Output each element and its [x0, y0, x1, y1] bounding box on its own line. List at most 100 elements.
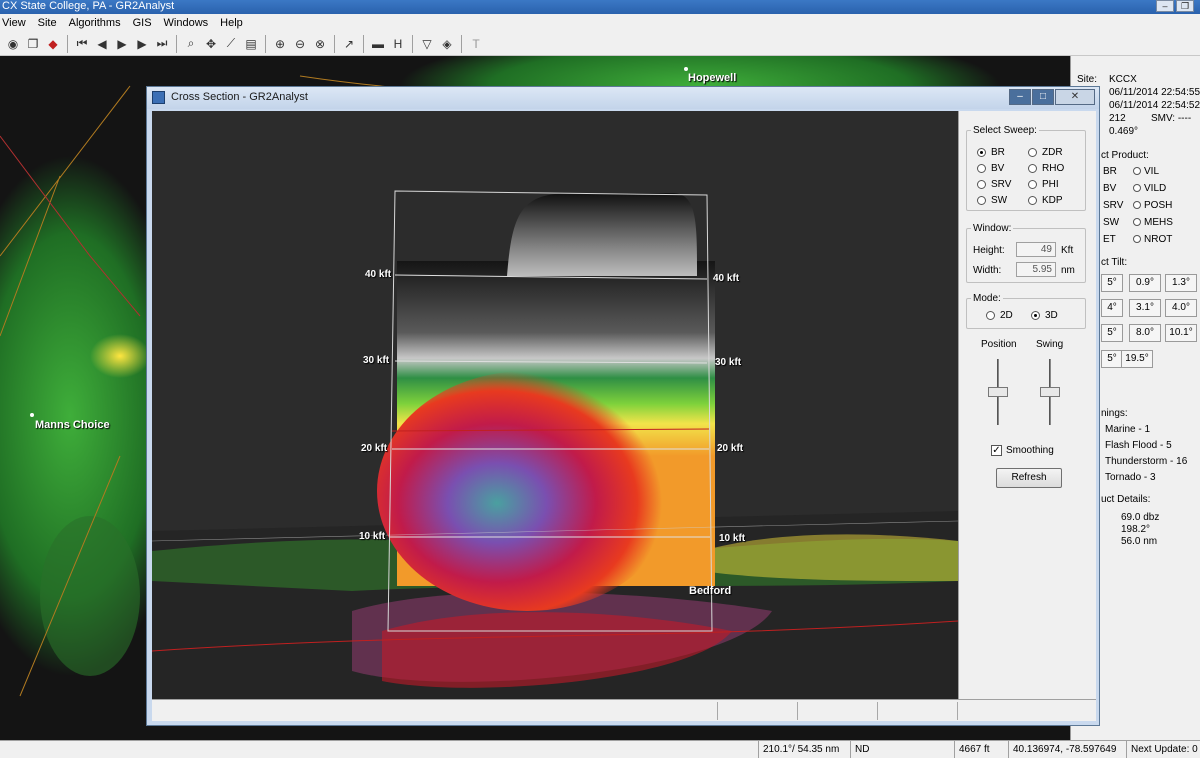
minimize-button[interactable]: –	[1156, 0, 1174, 12]
zoom-in-icon[interactable]: ⊕	[271, 35, 289, 53]
status-segment	[717, 702, 797, 720]
status-height: 4667 ft	[954, 741, 990, 758]
mode-2d[interactable]: 2D	[986, 310, 1013, 321]
toolbar-separator	[461, 34, 462, 53]
tilt-button[interactable]: 5°	[1101, 324, 1123, 342]
sweep-zdr[interactable]: ZDR	[1028, 147, 1063, 158]
product-bv[interactable]: BV	[1103, 183, 1116, 194]
smoothing-checkbox[interactable]: ✓	[991, 445, 1002, 456]
step-forward-icon[interactable]: ▶	[133, 35, 151, 53]
restore-button[interactable]: ❐	[1176, 0, 1194, 12]
product-vild[interactable]: VILD	[1133, 183, 1166, 194]
toolbar-separator	[412, 34, 413, 53]
measure-icon[interactable]: ↗	[340, 35, 358, 53]
product-et[interactable]: ET	[1103, 234, 1116, 245]
width-input[interactable]: 5.95	[1016, 262, 1056, 277]
product-srv[interactable]: SRV	[1103, 200, 1123, 211]
sweep-kdp[interactable]: KDP	[1028, 195, 1063, 206]
tilt-button[interactable]: 4.0°	[1165, 299, 1197, 317]
product-nrot[interactable]: NROT	[1133, 234, 1172, 245]
tilt-button[interactable]: 1.3°	[1165, 274, 1197, 292]
sweep-phi[interactable]: PHI	[1028, 179, 1059, 190]
cross-section-title-bar[interactable]: Cross Section - GR2Analyst – □ ✕	[147, 87, 1099, 109]
text-icon[interactable]: T	[467, 35, 485, 53]
radio-icon	[1133, 184, 1141, 193]
last-frame-icon[interactable]: ⏭	[153, 35, 171, 53]
mode-group: Mode:	[966, 293, 1086, 329]
menu-site[interactable]: Site	[38, 17, 57, 29]
tilt-button[interactable]: 19.5°	[1121, 350, 1153, 368]
smoothing-label: Smoothing	[1006, 445, 1054, 456]
product-posh[interactable]: POSH	[1133, 200, 1172, 211]
pan-icon[interactable]: ✥	[202, 35, 220, 53]
smv-value: SMV: ----	[1151, 113, 1192, 124]
zoom-icon[interactable]: ⌕	[182, 35, 200, 53]
sweep-rho[interactable]: RHO	[1028, 163, 1064, 174]
product-sw[interactable]: SW	[1103, 217, 1119, 228]
sweep-label: BR	[991, 147, 1005, 158]
mode-3d[interactable]: 3D	[1031, 310, 1058, 321]
tilt-button[interactable]: 3.1°	[1129, 299, 1161, 317]
record-icon[interactable]: ◆	[44, 35, 62, 53]
tilt-button[interactable]: 5°	[1101, 350, 1123, 368]
menu-view[interactable]: View	[2, 17, 26, 29]
tilt-button[interactable]: 10.1°	[1165, 324, 1197, 342]
product-vil[interactable]: VIL	[1133, 166, 1159, 177]
filter-icon[interactable]: ▽	[418, 35, 436, 53]
sweep-sw[interactable]: SW	[977, 195, 1007, 206]
play-icon[interactable]: ▶	[113, 35, 131, 53]
cross-section-icon[interactable]: ⟋	[222, 35, 240, 53]
product-label: VIL	[1144, 166, 1160, 177]
tilt-button[interactable]: 8.0°	[1129, 324, 1161, 342]
sweep-bv[interactable]: BV	[977, 163, 1004, 174]
height-input[interactable]: 49	[1016, 242, 1056, 257]
menu-windows[interactable]: Windows	[164, 17, 209, 29]
zoom-reset-icon[interactable]: ⊗	[311, 35, 329, 53]
target-icon[interactable]: ◈	[438, 35, 456, 53]
status-segment	[957, 702, 1009, 720]
minimize-button[interactable]: –	[1009, 89, 1031, 105]
menu-algorithms[interactable]: Algorithms	[69, 17, 121, 29]
step-back-icon[interactable]: ◀	[93, 35, 111, 53]
copy-icon[interactable]: ❐	[24, 35, 42, 53]
product-label: BV	[1103, 183, 1117, 194]
toolbar-separator	[67, 34, 68, 53]
product-mehs[interactable]: MEHS	[1133, 217, 1173, 228]
product-br[interactable]: BR	[1103, 166, 1117, 177]
warning-thunderstorm: Thunderstorm - 16	[1105, 456, 1188, 467]
altitude-label-left: 30 kft	[363, 355, 390, 366]
menu-gis[interactable]: GIS	[133, 17, 152, 29]
sweep-label: SRV	[991, 179, 1012, 190]
first-frame-icon[interactable]: ⏮	[73, 35, 91, 53]
radio-icon	[1133, 201, 1141, 210]
sweep-label: BV	[991, 163, 1005, 174]
app-title-bar: CX State College, PA - GR2Analyst – ❐	[0, 0, 1200, 14]
cross-section-view[interactable]: 40 kft 40 kft 30 kft 30 kft 20 kft 20 kf…	[152, 111, 958, 699]
split-icon[interactable]: H	[389, 35, 407, 53]
swing-slider-thumb[interactable]	[1040, 387, 1060, 397]
layers-icon[interactable]: ▤	[242, 35, 260, 53]
panel-icon[interactable]: ▬	[369, 35, 387, 53]
product-label: POSH	[1144, 200, 1173, 211]
position-label: Position	[981, 339, 1017, 350]
detail-azimuth: 198.2°	[1121, 524, 1151, 535]
sweep-srv[interactable]: SRV	[977, 179, 1011, 190]
zoom-out-icon[interactable]: ⊖	[291, 35, 309, 53]
sweep-br[interactable]: BR	[977, 147, 1005, 158]
cross-section-window: Cross Section - GR2Analyst – □ ✕ 40 kft …	[146, 86, 1100, 726]
maximize-button[interactable]: □	[1032, 89, 1054, 105]
position-slider-thumb[interactable]	[988, 387, 1008, 397]
city-hopewell: Hopewell	[688, 72, 737, 84]
close-button[interactable]: ✕	[1055, 89, 1095, 105]
tilt-button[interactable]: 4°	[1101, 299, 1123, 317]
product-label: MEHS	[1144, 217, 1173, 228]
tilt-button[interactable]: 0.9°	[1129, 274, 1161, 292]
site-label: Site:	[1077, 74, 1098, 85]
refresh-button[interactable]: Refresh	[996, 468, 1062, 488]
city-marker	[684, 67, 688, 71]
cross-section-title: Cross Section - GR2Analyst	[171, 91, 308, 103]
width-unit: nm	[1061, 265, 1075, 276]
menu-help[interactable]: Help	[220, 17, 243, 29]
globe-icon[interactable]: ◉	[4, 35, 22, 53]
tilt-button[interactable]: 5°	[1101, 274, 1123, 292]
